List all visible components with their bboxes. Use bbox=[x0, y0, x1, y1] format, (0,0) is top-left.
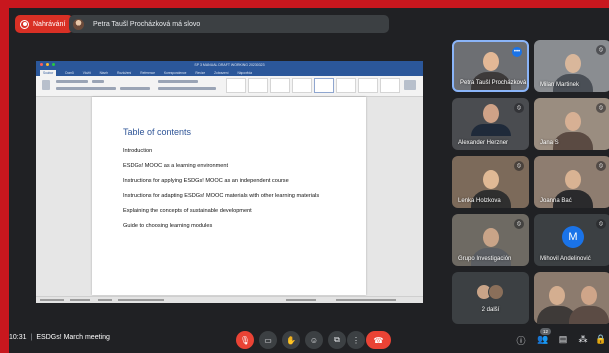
toc-entry: Instructions for adapting ESDGs! MOOC ma… bbox=[123, 193, 320, 199]
more-participants-label: 2 další bbox=[481, 307, 500, 313]
mic-off-icon: ⦸ bbox=[596, 103, 606, 113]
meeting-info: 10:31 | ESDGs! March meeting bbox=[9, 334, 110, 341]
participant-tile[interactable]: ••• Petra Taušl Procházková bbox=[452, 40, 529, 92]
ribbon-tab: Zobrazení bbox=[214, 70, 229, 75]
self-view-tile[interactable] bbox=[534, 272, 609, 324]
reactions-button[interactable]: ☺ bbox=[305, 331, 323, 349]
people-icon[interactable]: 👥 bbox=[537, 334, 549, 345]
participant-tile[interactable]: ⦸ Lenka Holzkova bbox=[452, 156, 529, 208]
chat-icon[interactable]: ▤ bbox=[557, 334, 569, 345]
more-participants-tile[interactable]: 2 další bbox=[452, 272, 529, 324]
speaker-avatar bbox=[73, 18, 84, 30]
word-statusbar bbox=[36, 296, 423, 303]
toc-entry: Introduction bbox=[123, 148, 153, 154]
mic-toggle-button[interactable]: 🎙 bbox=[236, 331, 254, 349]
participant-name: Joanna Bać bbox=[540, 198, 572, 204]
speaker-banner: Petra Taušl Procházková má slovo bbox=[69, 15, 389, 33]
more-options-button[interactable]: ⋮ bbox=[347, 331, 365, 349]
mic-off-icon: 🎙 bbox=[239, 335, 251, 345]
speaking-icon: ••• bbox=[512, 47, 522, 57]
participant-name: Milan Martinek bbox=[540, 82, 580, 88]
present-button[interactable]: ⧉ bbox=[328, 331, 346, 349]
separator: | bbox=[30, 334, 33, 341]
meet-window: Nahrávání Petra Taušl Procházková má slo… bbox=[9, 8, 609, 353]
hand-icon: ✋ bbox=[286, 335, 296, 345]
mic-off-icon: ⦸ bbox=[514, 219, 524, 229]
end-call-icon: ☎ bbox=[373, 335, 384, 345]
people-count-badge: 12 bbox=[540, 328, 551, 335]
camera-toggle-button[interactable]: ▭ bbox=[259, 331, 277, 349]
ribbon-toolbar bbox=[36, 76, 423, 97]
lock-icon[interactable]: 🔒 bbox=[595, 334, 607, 345]
ribbon-tab: Rozložení bbox=[117, 70, 132, 75]
participant-avatar bbox=[488, 284, 504, 300]
ribbon-tab: Domů bbox=[65, 70, 74, 75]
recording-label: Nahrávání bbox=[33, 20, 66, 28]
more-vert-icon: ⋮ bbox=[352, 335, 360, 345]
mic-off-icon: ⦸ bbox=[514, 161, 524, 171]
mic-off-icon: ⦸ bbox=[596, 45, 606, 55]
participant-tile[interactable]: ⦸ Grupo Investigación bbox=[452, 214, 529, 266]
toc-title: Table of contents bbox=[123, 127, 192, 137]
participant-name: Jana S bbox=[540, 140, 559, 146]
participant-name: Petra Taušl Procházková bbox=[460, 80, 527, 86]
ribbon-tab: Revize bbox=[195, 70, 206, 75]
participant-tile[interactable]: ⦸ Joanna Bać bbox=[534, 156, 609, 208]
word-titlebar: SP 3 MANUAL DRAFT WORKING 20230323 bbox=[36, 61, 423, 69]
mic-off-icon: ⦸ bbox=[514, 103, 524, 113]
participant-name: Grupo Investigación bbox=[458, 256, 512, 262]
leave-call-button[interactable]: ☎ bbox=[366, 331, 391, 349]
participant-tile[interactable]: M ⦸ Mihovil Andelinović bbox=[534, 214, 609, 266]
present-icon: ⧉ bbox=[334, 335, 340, 344]
ribbon-tab: Návrh bbox=[99, 70, 109, 75]
record-icon bbox=[20, 19, 29, 29]
toc-entry: ESDGs! MOOC as a learning environment bbox=[123, 163, 229, 169]
participant-avatar: M bbox=[562, 226, 584, 248]
activities-icon[interactable]: ⁂ bbox=[577, 334, 589, 345]
ribbon-tab: Nápověda bbox=[237, 70, 253, 75]
mic-off-icon: ⦸ bbox=[596, 161, 606, 171]
ribbon-tab: Reference bbox=[140, 70, 156, 75]
document-window-title: SP 3 MANUAL DRAFT WORKING 20230323 bbox=[194, 63, 265, 67]
recording-indicator[interactable]: Nahrávání bbox=[15, 15, 74, 33]
ribbon-tab: Soubor bbox=[40, 69, 57, 76]
meeting-title: ESDGs! March meeting bbox=[36, 334, 110, 341]
meeting-controls-bar: 10:31 | ESDGs! March meeting 🎙 ▭ ✋ ☺ ⧉ ⋮… bbox=[9, 328, 609, 353]
participant-name: Lenka Holzkova bbox=[458, 198, 501, 204]
toc-entry: Instructions for applying ESDGs! MOOC as… bbox=[123, 178, 289, 184]
speaker-banner-text: Petra Taušl Procházková má slovo bbox=[93, 20, 201, 28]
mic-off-icon: ⦸ bbox=[596, 219, 606, 229]
toc-entry: Explaining the concepts of sustainable d… bbox=[123, 208, 252, 214]
ribbon-tab: Vložit bbox=[82, 70, 91, 75]
participant-tile[interactable]: ⦸ Alexander Herzner bbox=[452, 98, 529, 150]
raise-hand-button[interactable]: ✋ bbox=[282, 331, 300, 349]
camera-icon: ▭ bbox=[264, 335, 272, 345]
info-icon[interactable]: ⓘ bbox=[515, 334, 527, 347]
participant-name: Mihovil Andelinović bbox=[540, 256, 591, 262]
participant-tile[interactable]: ⦸ Milan Martinek bbox=[534, 40, 609, 92]
window-controls bbox=[40, 63, 55, 66]
toc-entry: Guide to choosing learning modules bbox=[123, 223, 213, 229]
ribbon-tabs: Soubor Domů Vložit Návrh Rozložení Refer… bbox=[36, 69, 423, 76]
document-page[interactable]: Table of contents Introduction ESDGs! MO… bbox=[92, 97, 366, 302]
participant-tile[interactable]: ⦸ Jana S bbox=[534, 98, 609, 150]
ribbon-tab: Korespondence bbox=[164, 70, 187, 75]
participant-name: Alexander Herzner bbox=[458, 140, 509, 146]
emoji-icon: ☺ bbox=[309, 335, 319, 345]
shared-screen[interactable]: SP 3 MANUAL DRAFT WORKING 20230323 Soubo… bbox=[36, 61, 423, 303]
meeting-time: 10:31 bbox=[9, 334, 27, 341]
